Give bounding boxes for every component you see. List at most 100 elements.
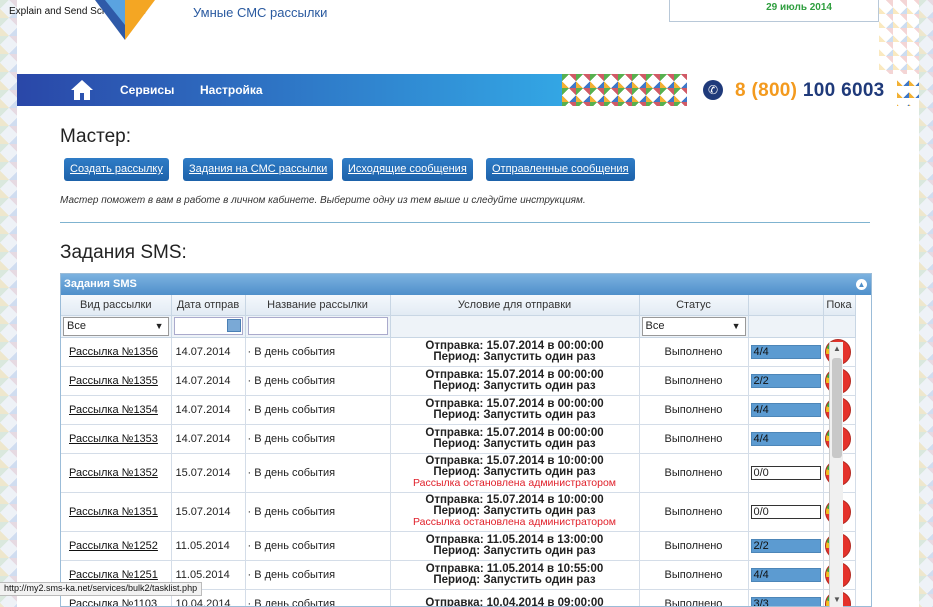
progress-bar: 4/4 [750, 344, 821, 359]
mailing-title: · В день события [245, 424, 391, 454]
progress-bar: 4/4 [750, 567, 821, 582]
browser-status-url: http://my2.sms-ka.net/services/bulk2/tas… [0, 582, 203, 596]
status-text: Выполнено [639, 366, 749, 396]
chevron-down-icon: ▼ [731, 320, 741, 331]
send-period: Период: Запустить один раз [433, 350, 596, 363]
mailing-title: · В день события [245, 337, 391, 367]
send-condition: Отправка: 15.07.2014 в 10:00:00 Период: З… [390, 492, 640, 532]
collapse-icon[interactable]: ▲ [856, 279, 867, 290]
status-filter-select[interactable]: Все ▼ [641, 316, 746, 336]
progress-bar: 3/3 [750, 596, 821, 606]
progress-bar: 2/2 [750, 373, 821, 388]
status-text: Выполнено [639, 492, 749, 532]
table-row[interactable]: Рассылка №1351 15.07.2014 · В день события… [61, 492, 856, 532]
title-filter-input[interactable] [247, 317, 388, 335]
send-period: Период: Запустить один раз [433, 379, 596, 392]
scroll-thumb[interactable] [832, 358, 842, 458]
mailing-title: · В день события [245, 531, 391, 561]
send-time: Отправка: 15.07.2014 в 00:00:00 [425, 368, 604, 381]
sms-tasks-button[interactable]: Задания на СМС рассылки [183, 158, 334, 181]
status-text: Выполнено [639, 589, 749, 606]
mailing-name-link[interactable]: Рассылка №1356 [61, 337, 172, 367]
mailing-name-link[interactable]: Рассылка №1252 [61, 531, 172, 561]
col-progress[interactable] [748, 295, 824, 316]
create-mailing-button[interactable]: Создать рассылку [64, 158, 169, 181]
status-text: Выполнено [639, 531, 749, 561]
current-date: 29 июль 2014 [766, 2, 832, 13]
send-time: Отправка: 11.05.2014 в 10:55:00 [425, 562, 604, 575]
tasks-grid: Задания SMS ▲ Вид рассылки Дата отправ Н… [60, 273, 872, 607]
send-time: Отправка: 15.07.2014 в 00:00:00 [425, 397, 604, 410]
send-time: Отправка: 15.07.2014 в 00:00:00 [425, 339, 604, 352]
outgoing-messages-button[interactable]: Исходящие сообщения [342, 158, 473, 181]
send-condition: Отправка: 15.07.2014 в 00:00:00 Период: З… [390, 395, 640, 425]
calendar-icon[interactable] [226, 319, 241, 332]
progress-bar: 2/2 [750, 538, 821, 553]
tasks-table: Вид рассылки Дата отправ Название рассыл… [61, 295, 856, 607]
send-date: 15.07.2014 [171, 492, 246, 532]
status-text: Выполнено [639, 337, 749, 367]
send-condition: Отправка: 10.04.2014 в 09:00:00 [390, 589, 640, 607]
send-period: Период: Запустить один раз [433, 573, 596, 586]
send-date: 14.07.2014 [171, 424, 246, 454]
send-time: Отправка: 15.07.2014 в 00:00:00 [425, 426, 604, 439]
table-row[interactable]: Рассылка №1352 15.07.2014 · В день события… [61, 453, 856, 493]
send-date: 14.07.2014 [171, 366, 246, 396]
send-time: Отправка: 11.05.2014 в 13:00:00 [425, 533, 604, 546]
nav-settings[interactable]: Настройка [200, 83, 263, 97]
col-date[interactable]: Дата отправ [171, 295, 246, 316]
wizard-hint: Мастер поможет в вам в работе в личном к… [60, 195, 586, 206]
sent-messages-button[interactable]: Отправленные сообщения [486, 158, 635, 181]
col-condition[interactable]: Условие для отправки [390, 295, 640, 316]
table-row[interactable]: Рассылка №1356 14.07.2014 · В день события… [61, 337, 856, 367]
scroll-down-icon[interactable]: ▼ [830, 593, 844, 607]
send-condition: Отправка: 15.07.2014 в 00:00:00 Период: З… [390, 424, 640, 454]
date-box: 29 июль 2014 [669, 0, 879, 22]
nav-services[interactable]: Сервисы [120, 83, 174, 97]
type-filter-select[interactable]: Все ▼ [63, 316, 169, 336]
progress-bar: 0/0 [750, 504, 821, 519]
progress-bar: 4/4 [750, 431, 821, 446]
send-period: Период: Запустить один раз [433, 408, 596, 421]
table-row[interactable]: Рассылка №1353 14.07.2014 · В день события… [61, 424, 856, 454]
mailing-title: · В день события [245, 366, 391, 396]
col-title[interactable]: Название рассылки [245, 295, 391, 316]
progress-bar: 0/0 [750, 465, 821, 480]
mailing-name-link[interactable]: Рассылка №1354 [61, 395, 172, 425]
mailing-name-link[interactable]: Рассылка №1351 [61, 492, 172, 532]
table-row[interactable]: Рассылка №1355 14.07.2014 · В день события… [61, 366, 856, 396]
table-row[interactable]: Рассылка №1354 14.07.2014 · В день события… [61, 395, 856, 425]
send-date: 15.07.2014 [171, 453, 246, 493]
divider [60, 222, 870, 223]
send-time: Отправка: 10.04.2014 в 09:00:00 [425, 597, 604, 607]
scroll-up-icon[interactable]: ▲ [830, 342, 844, 356]
mailing-title: · В день события [245, 395, 391, 425]
table-row[interactable]: Рассылка №1252 11.05.2014 · В день события… [61, 531, 856, 561]
col-type[interactable]: Вид рассылки [61, 295, 172, 316]
send-date: 11.05.2014 [171, 531, 246, 561]
stopped-note: Рассылка остановлена администратором [412, 477, 617, 489]
mailing-name-link[interactable]: Рассылка №1353 [61, 424, 172, 454]
header-decoration [879, 0, 919, 74]
col-status[interactable]: Статус [639, 295, 749, 316]
send-date: 14.07.2014 [171, 337, 246, 367]
tagline: Умные СМС рассылки [193, 5, 328, 20]
send-date: 14.07.2014 [171, 395, 246, 425]
mailing-name-link[interactable]: Рассылка №1355 [61, 366, 172, 396]
header: Explain and Send Screenshots Умные СМС р… [9, 0, 919, 74]
home-icon[interactable] [71, 80, 93, 100]
send-condition: Отправка: 15.07.2014 в 00:00:00 Период: З… [390, 366, 640, 396]
stopped-note: Рассылка остановлена администратором [412, 516, 617, 528]
send-period: Период: Запустить один раз [433, 544, 596, 557]
mailing-title: · В день события [245, 560, 391, 590]
tasks-title: Задания SMS: [60, 242, 187, 263]
wizard-title: Мастер: [60, 126, 132, 147]
send-condition: Отправка: 15.07.2014 в 10:00:00 Период: З… [390, 453, 640, 493]
mailing-name-link[interactable]: Рассылка №1352 [61, 453, 172, 493]
phone-icon: ✆ [703, 80, 723, 100]
status-text: Выполнено [639, 560, 749, 590]
nav-decoration [562, 74, 687, 106]
date-filter-input[interactable] [173, 317, 243, 335]
grid-scrollbar[interactable]: ▲ ▼ [829, 342, 843, 607]
col-chart[interactable]: Пока [823, 295, 856, 316]
